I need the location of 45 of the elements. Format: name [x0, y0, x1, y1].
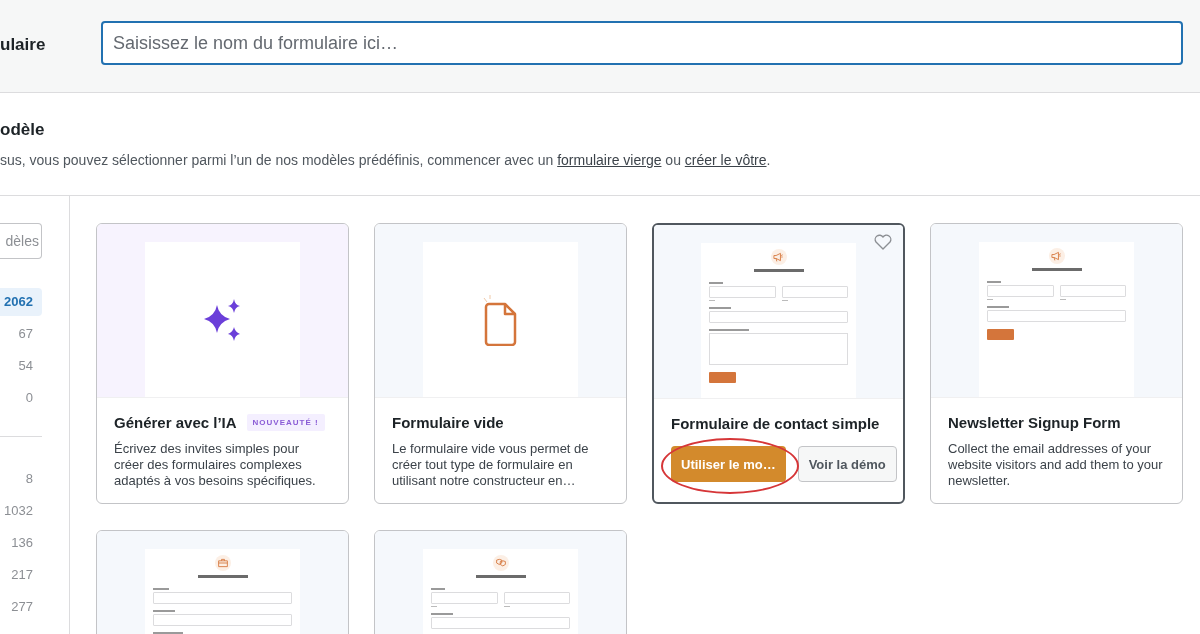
input-field — [709, 286, 776, 298]
heart-icon[interactable] — [874, 234, 892, 250]
template-description: Le formulaire vide vous permet de créer tout type de formulaire en utilisant notre constructeur en… — [392, 441, 590, 489]
template-card[interactable]: Newsletter Signup Form Collect the email addresses of your website visitors and add them to your newsletter. — [930, 223, 1183, 504]
template-description: Collect the email addresses of your website visitors and add them to your newsletter. — [948, 441, 1164, 489]
form-icon — [492, 555, 509, 571]
demo-button[interactable]: Voir la démo — [797, 446, 897, 482]
category-count[interactable]: 2062 — [0, 288, 42, 316]
form-icon — [1048, 248, 1065, 264]
input-field — [1059, 285, 1126, 297]
use-template-button[interactable]: Utiliser le mo… — [671, 446, 786, 482]
template-title: Générer avec l’IA — [114, 414, 237, 431]
template-search-field[interactable]: dèles — [0, 223, 42, 259]
form-name-field[interactable]: Saisissez le nom du formulaire ici… — [101, 21, 1183, 65]
input-field — [431, 592, 498, 604]
template-card[interactable]: Formulaire de contact simple Utiliser le mo… Voir la démo — [652, 223, 905, 504]
form-icon — [214, 555, 231, 571]
input-field — [781, 286, 848, 298]
template-title: Formulaire vide — [392, 414, 504, 431]
template-description: Écrivez des invites simples pour créer des formulaires complexes adaptés à vos besoins spécifiques. — [114, 441, 317, 489]
category-count[interactable]: 1032 — [0, 497, 42, 525]
category-count[interactable]: 277 — [0, 593, 42, 621]
form-icon — [770, 249, 787, 265]
title-bar — [753, 269, 804, 272]
text-link[interactable]: créer le vôtre — [684, 152, 767, 168]
input-field — [503, 592, 570, 604]
intro-text: sus, vous pouvez sélectionner parmi l’un de nos modèles prédéfinis, commencer avec un formulaire vierge ou créer le vôtre. — [0, 152, 772, 168]
template-title: Formulaire de contact simple — [671, 415, 880, 432]
template-title: Newsletter Signup Form — [948, 414, 1121, 431]
title-bar — [197, 575, 248, 578]
category-count[interactable]: 0 — [0, 384, 42, 412]
template-card[interactable]: Formulaire vide Le formulaire vide vous permet de créer tout type de formulaire en utilisant notre constructeur en… — [374, 223, 627, 504]
section-title: odèle — [0, 120, 46, 141]
title-bar — [475, 575, 526, 578]
category-count[interactable]: 67 — [0, 320, 42, 348]
new-badge: NOUVEAUTÉ ! — [246, 414, 325, 431]
category-count[interactable]: 136 — [0, 529, 42, 557]
input-field — [987, 285, 1054, 297]
title-bar — [1031, 268, 1082, 271]
template-card[interactable]: Générer avec l’IA NOUVEAUTÉ ! Écrivez des invites simples pour créer des formulaires complexes adaptés à vos besoins spécifiques. — [96, 223, 349, 504]
category-count[interactable]: 217 — [0, 561, 42, 589]
category-count[interactable]: 8 — [0, 465, 42, 493]
category-count[interactable]: 54 — [0, 352, 42, 380]
text-link[interactable]: formulaire vierge — [557, 152, 662, 168]
form-name-label: ulaire — [0, 35, 47, 55]
